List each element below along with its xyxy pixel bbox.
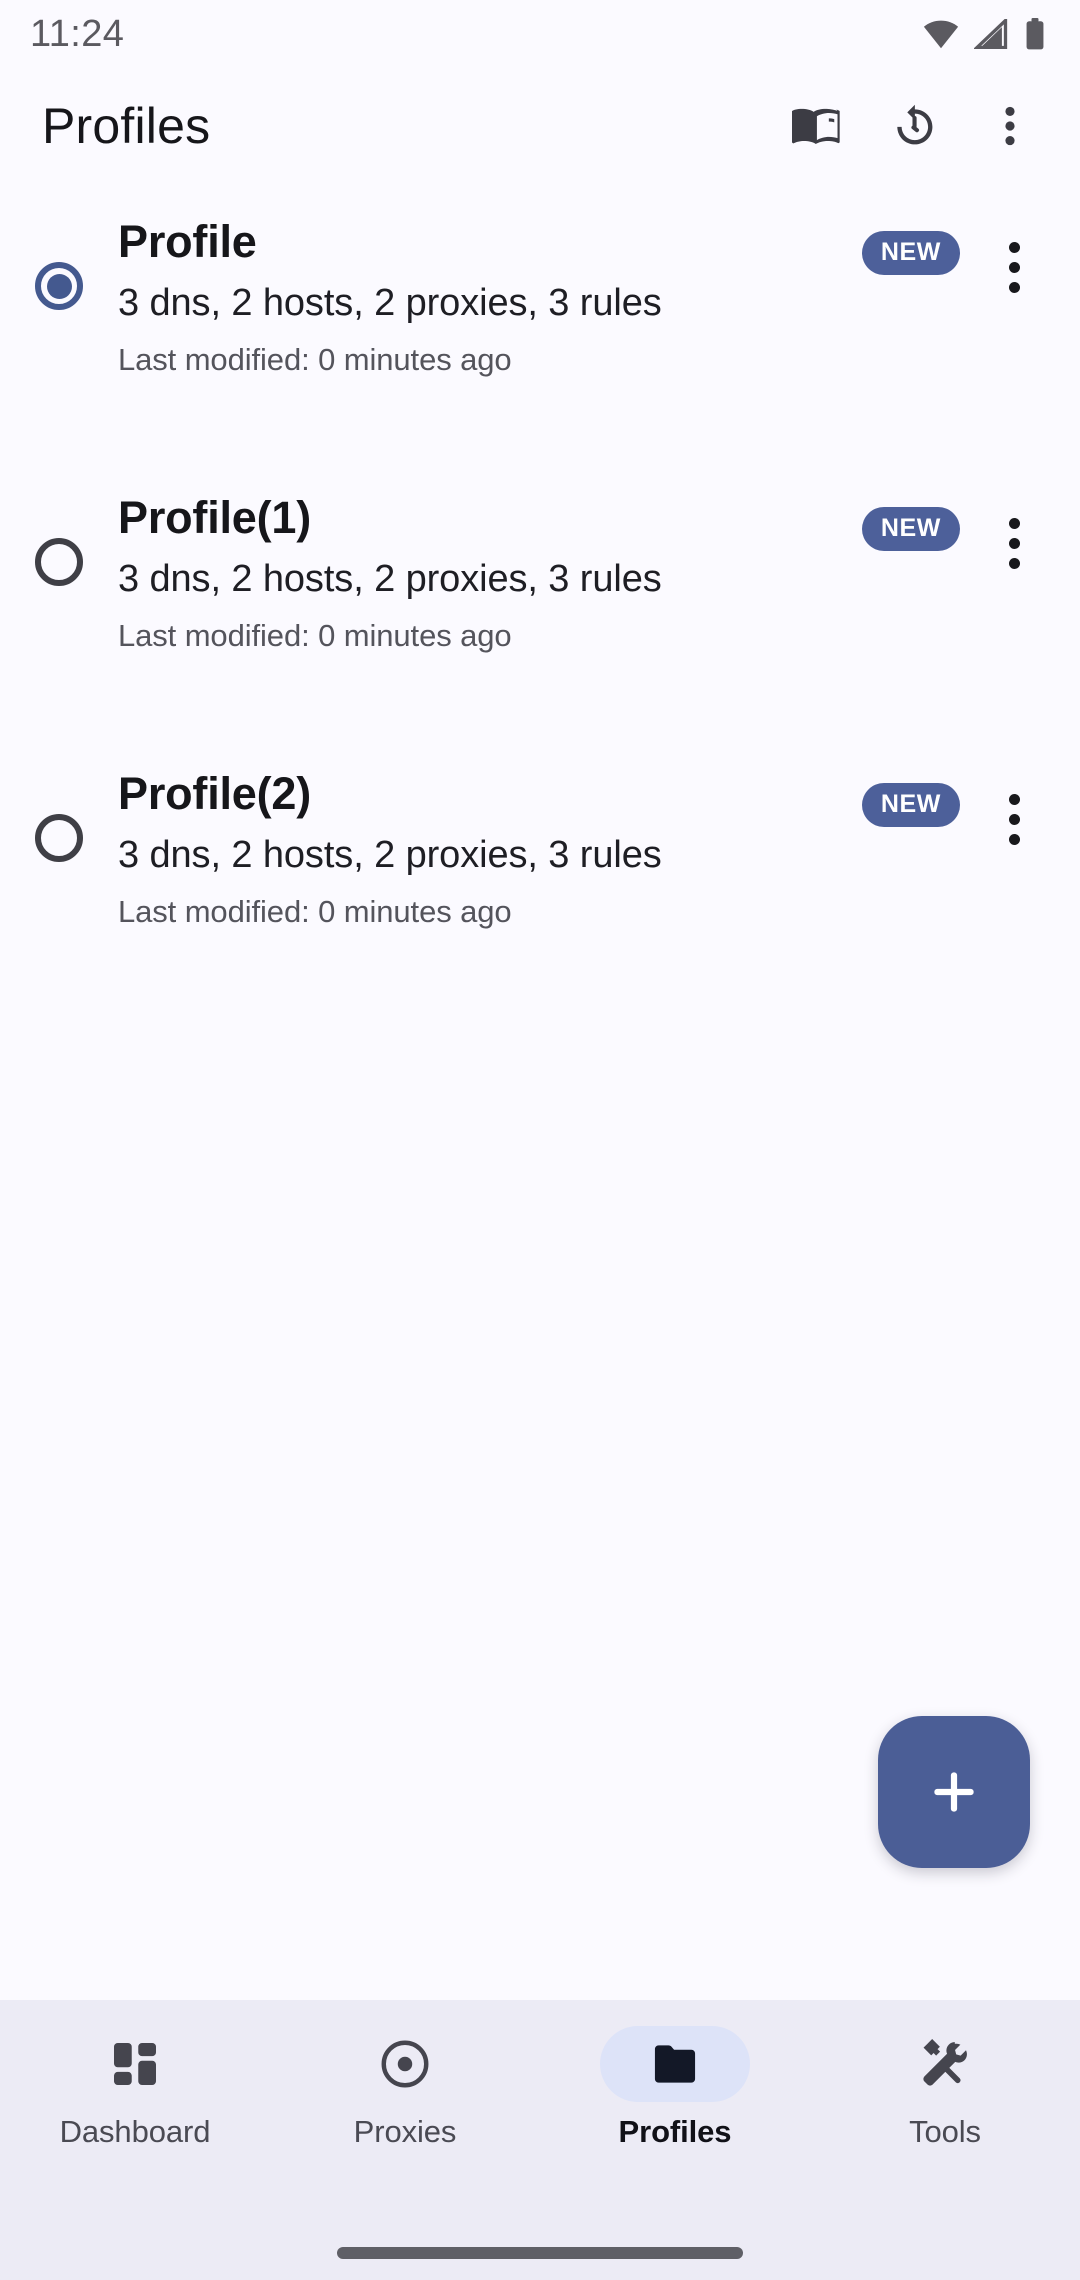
profile-text-block: Profile(1) 3 dns, 2 hosts, 2 proxies, 3 …: [118, 487, 862, 654]
profile-overflow-button[interactable]: [970, 775, 1058, 863]
gesture-handle[interactable]: [337, 2247, 743, 2259]
folder-icon: [647, 2036, 703, 2092]
nav-pill: [870, 2026, 1020, 2102]
nav-item-proxies[interactable]: Proxies: [270, 2026, 540, 2147]
menu-book-icon: [792, 100, 844, 152]
status-bar-icons: [922, 18, 1046, 50]
profile-last-modified: Last modified: 0 minutes ago: [118, 617, 512, 653]
status-bar: 11:24: [0, 0, 1080, 68]
profile-list: Profile 3 dns, 2 hosts, 2 proxies, 3 rul…: [0, 183, 1080, 2000]
profile-summary: 3 dns, 2 hosts, 2 proxies, 3 rules: [118, 282, 662, 325]
overflow-menu-icon: [1008, 517, 1020, 569]
profile-radio-1[interactable]: [0, 487, 118, 637]
profile-text-block: Profile(2) 3 dns, 2 hosts, 2 proxies, 3 …: [118, 763, 862, 930]
page-title: Profiles: [42, 97, 211, 154]
profile-summary: 3 dns, 2 hosts, 2 proxies, 3 rules: [118, 558, 662, 601]
nav-label: Tools: [909, 2114, 981, 2149]
profile-overflow-button[interactable]: [970, 223, 1058, 311]
nav-item-dashboard[interactable]: Dashboard: [0, 2026, 270, 2147]
bottom-navigation: Dashboard Proxies Profiles Tools: [0, 2000, 1080, 2226]
profile-list-item[interactable]: Profile(2) 3 dns, 2 hosts, 2 proxies, 3 …: [0, 763, 1080, 1039]
profile-list-item[interactable]: Profile 3 dns, 2 hosts, 2 proxies, 3 rul…: [0, 211, 1080, 487]
app-bar-actions: [770, 78, 1058, 174]
radio-unselected-icon[interactable]: [35, 538, 83, 586]
profile-title: Profile(1): [118, 492, 312, 543]
history-button[interactable]: [866, 78, 962, 174]
profile-title: Profile: [118, 216, 257, 267]
app-bar: Profiles: [0, 68, 1080, 183]
nav-label: Dashboard: [59, 2114, 211, 2149]
nav-pill-active: [600, 2026, 750, 2102]
history-icon: [888, 100, 940, 152]
profile-list-item[interactable]: Profile(1) 3 dns, 2 hosts, 2 proxies, 3 …: [0, 487, 1080, 763]
profile-radio-2[interactable]: [0, 763, 118, 913]
overflow-menu-icon: [1008, 793, 1020, 845]
profile-row-actions: NEW: [861, 487, 1058, 587]
profile-summary: 3 dns, 2 hosts, 2 proxies, 3 rules: [118, 834, 662, 877]
add-profile-fab[interactable]: [878, 1716, 1030, 1868]
target-icon: [377, 2036, 433, 2092]
overflow-menu-icon: [985, 101, 1035, 151]
overflow-menu-icon: [1008, 241, 1020, 293]
status-badge: NEW: [861, 231, 960, 275]
wifi-icon: [922, 19, 960, 49]
profile-last-modified: Last modified: 0 minutes ago: [118, 893, 512, 929]
radio-unselected-icon[interactable]: [35, 814, 83, 862]
profile-text-block: Profile 3 dns, 2 hosts, 2 proxies, 3 rul…: [118, 211, 862, 378]
nav-label: Profiles: [618, 2114, 732, 2149]
overflow-menu-button[interactable]: [962, 78, 1058, 174]
battery-icon: [1024, 18, 1046, 50]
nav-label: Proxies: [353, 2114, 457, 2149]
dashboard-icon: [107, 2036, 163, 2092]
profile-last-modified: Last modified: 0 minutes ago: [118, 341, 512, 377]
app-root: 11:24 Profiles Profile 3 dns, 2 hosts, 2…: [0, 0, 1080, 2280]
status-badge: NEW: [861, 783, 960, 827]
cellular-signal-icon: [974, 19, 1010, 49]
nav-pill: [60, 2026, 210, 2102]
handyman-icon: [917, 2036, 973, 2092]
nav-item-profiles[interactable]: Profiles: [540, 2026, 810, 2147]
nav-item-tools[interactable]: Tools: [810, 2026, 1080, 2147]
profile-title: Profile(2): [118, 768, 312, 819]
status-bar-clock: 11:24: [30, 13, 125, 55]
plus-icon: [923, 1761, 985, 1823]
status-badge: NEW: [861, 507, 960, 551]
nav-pill: [330, 2026, 480, 2102]
radio-selected-icon[interactable]: [35, 262, 83, 310]
profile-row-actions: NEW: [861, 211, 1058, 311]
profile-radio-0[interactable]: [0, 211, 118, 361]
profile-overflow-button[interactable]: [970, 499, 1058, 587]
gesture-nav-area: [0, 2226, 1080, 2280]
library-button[interactable]: [770, 78, 866, 174]
profile-row-actions: NEW: [861, 763, 1058, 863]
